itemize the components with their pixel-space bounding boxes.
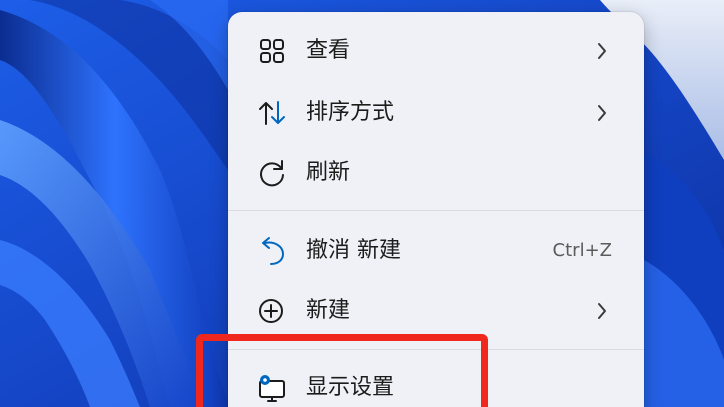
menu-item-label: 排序方式 [306, 100, 395, 125]
chevron-right-icon [598, 105, 606, 121]
menu-item-undo-new[interactable]: 撤消 新建 Ctrl+Z [236, 226, 636, 276]
menu-separator [228, 210, 644, 211]
menu-item-refresh[interactable]: 刷新 [236, 148, 636, 198]
chevron-right-icon [598, 43, 606, 59]
undo-icon [262, 237, 285, 265]
red-highlight-annotation [196, 334, 488, 407]
refresh-icon [260, 160, 284, 187]
keyboard-shortcut: Ctrl+Z [552, 240, 612, 261]
grid-view-icon [260, 39, 284, 63]
new-plus-icon [259, 299, 283, 323]
menu-item-label: 撤消 新建 [306, 238, 401, 263]
menu-item-sort-by[interactable]: 排序方式 [236, 88, 636, 138]
sort-icon [259, 101, 285, 125]
menu-item-label: 查看 [306, 38, 351, 63]
menu-item-label: 新建 [306, 298, 351, 323]
menu-item-label: 刷新 [306, 160, 351, 185]
chevron-right-icon [598, 303, 606, 319]
menu-item-view[interactable]: 查看 [236, 26, 636, 76]
desktop[interactable]: 查看 排序方式 刷新 撤消 新建 Ctrl+Z 新建 显示设置 [0, 0, 724, 407]
menu-item-new[interactable]: 新建 [236, 286, 636, 336]
